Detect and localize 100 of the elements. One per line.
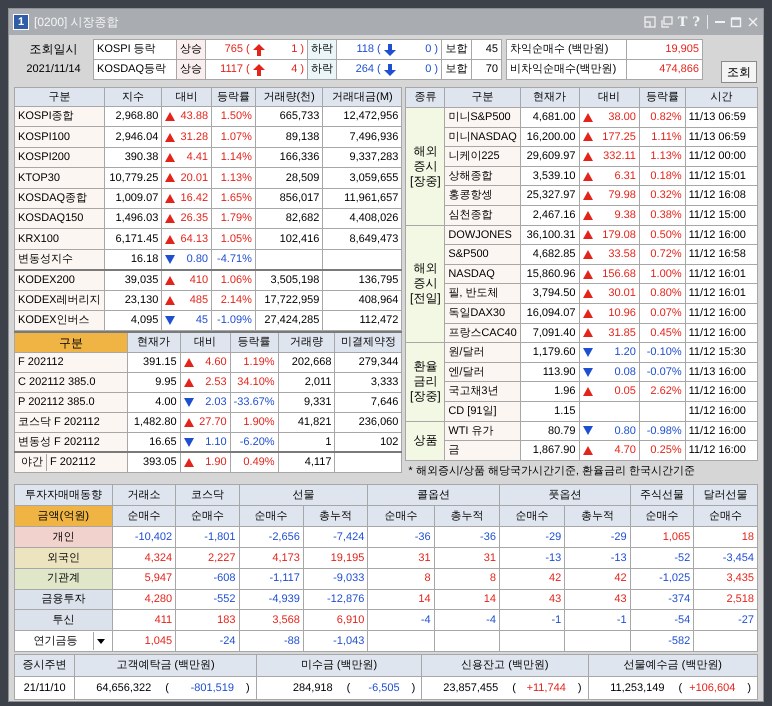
table-cell: 2.14% xyxy=(212,290,256,310)
table-cell: 17,722,959 xyxy=(255,290,323,310)
table-cell: 1.13% xyxy=(212,168,256,188)
table-cell: 28,509 xyxy=(255,168,323,188)
table-cell: 5,947 xyxy=(112,568,176,590)
table-cell: 14 xyxy=(368,589,434,610)
column-header: 구분 xyxy=(14,88,104,106)
table-cell: 18 xyxy=(694,526,758,548)
table-cell: KODEX200 xyxy=(14,270,104,290)
table-cell: 2.62% xyxy=(639,382,686,402)
decline-count: 118 xyxy=(355,42,374,58)
table-cell: 11/12 16:00 xyxy=(685,421,758,441)
investor-dropdown[interactable]: 연기금등 xyxy=(14,630,112,652)
table-cell: 1.96 xyxy=(520,382,580,402)
table-cell: F 202112 xyxy=(14,352,128,372)
table-cell: -0.07% xyxy=(639,362,686,382)
bracket-text: ( xyxy=(246,42,250,58)
table-cell: -24 xyxy=(176,630,239,652)
table-cell: 4,280 xyxy=(112,589,176,610)
table-cell: 1.13% xyxy=(639,146,686,166)
query-button[interactable]: 조회 xyxy=(721,61,757,83)
column-header: 시간 xyxy=(685,88,758,108)
limit-count: 0 xyxy=(424,42,432,58)
column-header: 거래량(천) xyxy=(255,88,323,106)
table-cell: 1.79% xyxy=(212,208,256,229)
table-cell: 3,505,198 xyxy=(255,270,323,290)
table-cell: -374 xyxy=(630,589,694,610)
table-cell: -1,117 xyxy=(239,568,304,590)
table-cell: 1.00% xyxy=(639,264,686,284)
fund-change: +11,744 xyxy=(526,680,566,696)
table-cell: 11/12 16:00 xyxy=(685,401,758,421)
table-cell: 183 xyxy=(176,610,239,631)
contract-name: F 202112 xyxy=(49,455,97,470)
table-cell: 1,867.90 xyxy=(520,440,580,460)
column-header: 순매수 xyxy=(694,506,758,527)
change-value: 177.25 xyxy=(602,130,636,145)
column-header: 순매수 xyxy=(368,506,434,527)
change-value: 485 xyxy=(190,292,208,308)
table-cell: KRX100 xyxy=(14,228,104,250)
column-header: 총누적 xyxy=(434,506,500,527)
column-header: 거래대금(M) xyxy=(322,88,402,106)
advance-count: 1117 xyxy=(219,62,243,78)
table-cell: 4,682.85 xyxy=(520,244,580,264)
table-cell: 474,866 xyxy=(626,60,702,80)
table-cell: 4.00 xyxy=(127,392,180,412)
table-cell: 보합 xyxy=(442,40,472,60)
table-cell: 1,496.03 xyxy=(104,208,162,229)
table-cell: -1 xyxy=(499,610,565,631)
table-cell: -4 xyxy=(434,610,500,631)
table-cell: -12,876 xyxy=(303,589,368,610)
table-cell: 4,408,026 xyxy=(322,208,402,229)
table-cell: 0.49% xyxy=(230,452,278,472)
table-cell: 393.05 xyxy=(127,452,180,472)
table-cell: 심천종합 xyxy=(444,205,520,226)
change-value: 31.85 xyxy=(608,326,636,341)
table-cell: -36 xyxy=(368,526,434,548)
table-cell: -7,424 xyxy=(303,526,368,548)
table-cell: 하락 xyxy=(308,60,336,80)
window-title: [0200] 시장종합 xyxy=(34,14,120,31)
table-cell: -1 xyxy=(564,610,630,631)
change-value: 0.80 xyxy=(614,424,636,439)
window-number-badge: 1 xyxy=(13,14,29,30)
table-cell: 11/12 16:01 xyxy=(685,284,758,304)
table-cell: 홍콩항셍 xyxy=(444,186,520,206)
column-header: 등락률 xyxy=(639,88,686,108)
table-cell: 1.65% xyxy=(212,188,256,208)
change-value: 1.20 xyxy=(614,345,636,360)
table-cell: S&P500 xyxy=(444,244,520,264)
table-cell: 16,094.07 xyxy=(520,303,580,324)
limit-count: 1 xyxy=(290,42,298,58)
change-value: 1.10 xyxy=(205,434,227,450)
down-arrow-icon xyxy=(384,64,396,76)
table-cell: 42 xyxy=(499,568,565,590)
caret-icon xyxy=(97,638,106,644)
table-cell: KODEX인버스 xyxy=(14,310,104,331)
column-header: 종류 xyxy=(406,88,445,108)
table-cell: 6,910 xyxy=(303,610,368,631)
table-cell: -0.98% xyxy=(639,421,686,441)
table-cell: 236,060 xyxy=(334,412,402,432)
decline-count: 264 xyxy=(354,62,374,78)
table-cell: 11/12 15:01 xyxy=(685,166,758,186)
table-cell: 11/12 16:00 xyxy=(685,382,758,402)
table-cell: 12,472,956 xyxy=(322,106,402,127)
table-cell: 11/12 16:00 xyxy=(685,440,758,460)
advance-count: 765 xyxy=(224,42,243,58)
investor-name: 금융투자 xyxy=(14,589,112,610)
change-value: 16.42 xyxy=(180,191,208,206)
table-cell: -13 xyxy=(499,547,565,568)
table-cell: -582 xyxy=(630,630,694,652)
session-label: 야간 xyxy=(18,454,47,471)
windows-icon xyxy=(660,16,673,28)
table-cell: WTI 유가 xyxy=(444,421,520,441)
column-header: 거래량 xyxy=(278,332,335,352)
table-cell: P 202112 385.0 xyxy=(14,392,128,412)
table-cell: 0.50% xyxy=(639,225,686,245)
table-cell: 0.38% xyxy=(639,205,686,226)
column-header: 미결제약정 xyxy=(334,332,402,352)
table-cell: 0.80% xyxy=(639,284,686,304)
table-cell: 0.72% xyxy=(639,244,686,264)
column-header: 투자자매매동향 xyxy=(14,484,112,506)
